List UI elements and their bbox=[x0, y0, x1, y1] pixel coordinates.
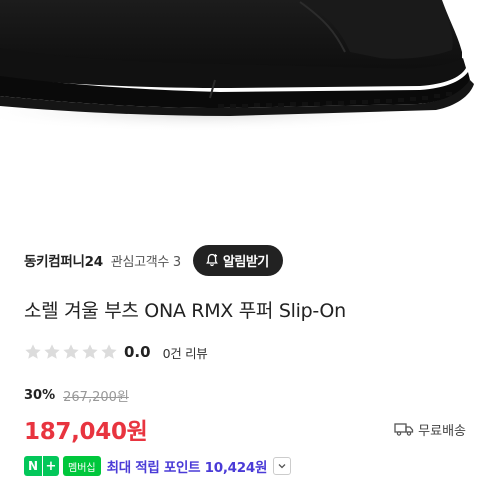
store-info-row: 동키컴퍼니24 관심고객수 3 알림받기 bbox=[24, 244, 466, 276]
points-expand-button[interactable] bbox=[273, 457, 292, 475]
chevron-down-icon bbox=[278, 464, 286, 469]
points-row[interactable]: N + 멤버십 최대 적립 포인트 10,424원 bbox=[24, 455, 292, 477]
discount-row: 30% 267,200원 bbox=[24, 386, 129, 405]
product-image[interactable] bbox=[0, 0, 490, 222]
max-points-text: 최대 적립 포인트 10,424원 bbox=[106, 460, 268, 476]
shipping-info[interactable]: 무료배송 bbox=[394, 420, 466, 439]
naver-plus-badge: N + bbox=[24, 456, 59, 476]
follow-count: 관심고객수 3 bbox=[110, 254, 181, 270]
naver-n-icon: N bbox=[24, 456, 42, 476]
star-icon bbox=[101, 344, 117, 359]
product-title: 소렐 겨울 부츠 ONA RMX 푸퍼 Slip-On bbox=[24, 300, 346, 322]
truck-icon bbox=[394, 423, 414, 436]
star-icon bbox=[82, 344, 98, 359]
original-price: 267,200원 bbox=[63, 389, 129, 405]
rating-row[interactable]: 0.0 0건 리뷰 bbox=[24, 342, 208, 362]
star-icon bbox=[44, 344, 60, 359]
sale-price: 187,040원 bbox=[24, 419, 148, 445]
store-name-link[interactable]: 동키컴퍼니24 bbox=[24, 250, 103, 270]
boot-image-icon bbox=[0, 0, 474, 132]
plus-icon: + bbox=[42, 456, 59, 476]
shipping-label: 무료배송 bbox=[418, 423, 466, 439]
alarm-button-label: 알림받기 bbox=[222, 254, 269, 270]
review-count-link[interactable]: 0건 리뷰 bbox=[163, 343, 208, 362]
rating-value: 0.0 bbox=[124, 343, 151, 361]
rating-stars bbox=[24, 343, 118, 361]
discount-rate: 30% bbox=[24, 387, 56, 403]
star-icon bbox=[25, 344, 41, 359]
star-icon bbox=[63, 344, 79, 359]
membership-badge: 멤버십 bbox=[63, 456, 101, 476]
alarm-subscribe-button[interactable]: 알림받기 bbox=[192, 244, 283, 276]
bell-plus-icon bbox=[206, 253, 218, 267]
price-row: 187,040원 무료배송 bbox=[24, 413, 466, 445]
